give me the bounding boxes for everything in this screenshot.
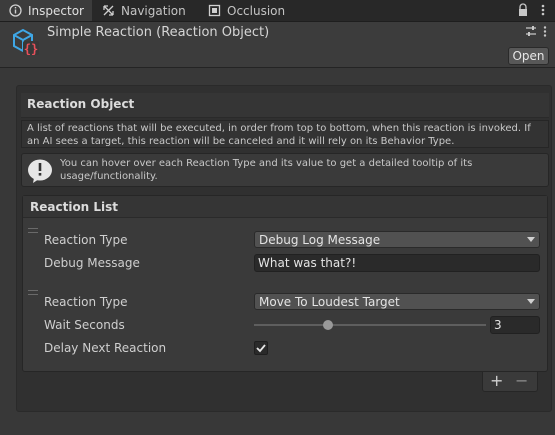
drag-handle-icon[interactable] xyxy=(28,228,38,233)
more-icon[interactable] xyxy=(540,3,546,17)
reaction-type-dropdown[interactable]: Debug Log Message xyxy=(254,231,540,248)
tab-navigation[interactable]: Navigation xyxy=(101,0,201,21)
slider-track xyxy=(254,324,486,326)
wait-seconds-slider[interactable] xyxy=(254,317,486,333)
info-warning-icon xyxy=(27,158,53,184)
object-title: Simple Reaction (Reaction Object) xyxy=(47,25,270,40)
slider-thumb[interactable] xyxy=(323,320,333,330)
delay-next-reaction-checkbox[interactable] xyxy=(254,341,268,355)
add-reaction-button[interactable]: + xyxy=(490,372,503,390)
chevron-down-icon xyxy=(527,299,535,304)
drag-handle-icon[interactable] xyxy=(28,290,38,295)
tab-label: Navigation xyxy=(121,3,186,18)
dropdown-value: Debug Log Message xyxy=(259,232,381,247)
info-icon xyxy=(8,4,22,18)
reaction-type-label: Reaction Type xyxy=(44,233,128,247)
navigation-icon xyxy=(101,4,115,18)
help-text: You can hover over each Reaction Type an… xyxy=(60,158,473,182)
reaction-type-dropdown[interactable]: Move To Loudest Target xyxy=(254,293,540,310)
tab-inspector[interactable]: Inspector xyxy=(0,0,92,21)
debug-message-label: Debug Message xyxy=(44,256,140,270)
debug-message-field[interactable]: What was that?! xyxy=(254,254,540,272)
wait-seconds-field[interactable]: 3 xyxy=(490,316,540,334)
tab-occlusion[interactable]: Occlusion xyxy=(207,0,307,21)
open-button[interactable]: Open xyxy=(508,47,549,65)
settings-sliders-icon[interactable] xyxy=(525,25,537,37)
reaction-type-label: Reaction Type xyxy=(44,295,128,309)
delay-next-reaction-label: Delay Next Reaction xyxy=(44,341,167,355)
tab-label: Inspector xyxy=(28,3,84,18)
reaction-object-title: Reaction Object xyxy=(27,97,135,111)
reaction-list-title: Reaction List xyxy=(30,200,119,214)
remove-reaction-button[interactable]: − xyxy=(515,372,528,390)
dropdown-value: Move To Loudest Target xyxy=(259,294,400,309)
reaction-object-description: A list of reactions that will be execute… xyxy=(21,120,549,148)
tab-label: Occlusion xyxy=(227,3,286,18)
occlusion-icon xyxy=(207,4,221,18)
reaction-object-icon: {} xyxy=(9,27,41,57)
wait-seconds-label: Wait Seconds xyxy=(44,318,125,332)
checkmark-icon xyxy=(256,344,266,353)
header-more-icon[interactable] xyxy=(542,25,548,38)
lock-icon[interactable] xyxy=(517,3,529,17)
chevron-down-icon xyxy=(527,237,535,242)
svg-text:{}: {} xyxy=(24,42,38,56)
